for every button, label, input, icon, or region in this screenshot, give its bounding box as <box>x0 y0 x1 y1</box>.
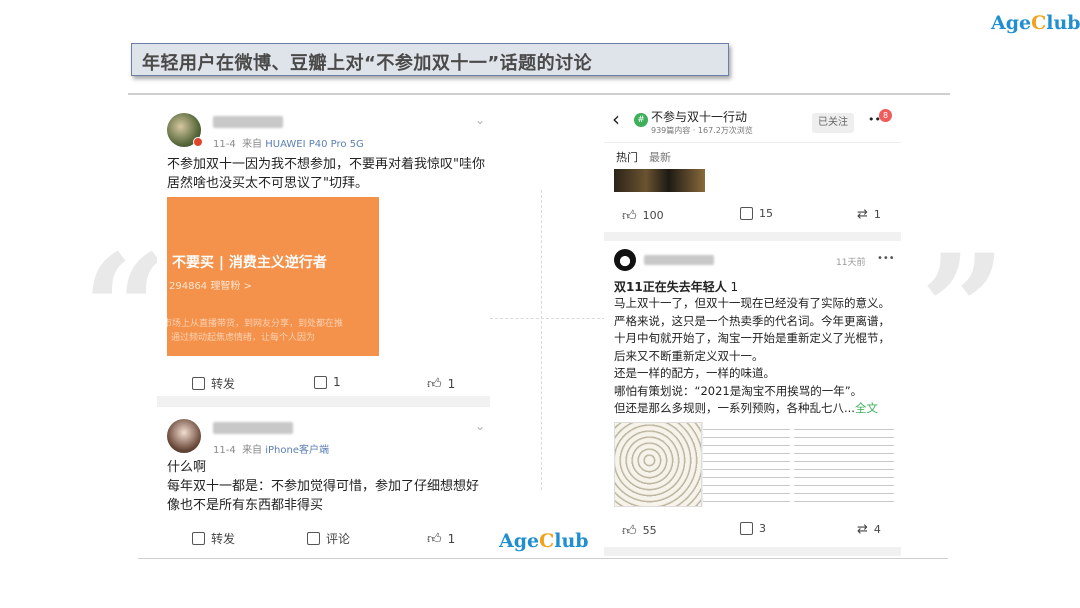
username-blurred[interactable] <box>213 422 293 434</box>
back-arrow-icon[interactable]: ‹ <box>612 107 620 131</box>
slide-title: 年轻用户在微博、豆瓣上对“不参加双十一”话题的讨论 <box>142 53 593 74</box>
comment-icon <box>740 207 753 220</box>
weibo-screenshot: 11-4 来自 HUAWEI P40 Pro 5G ⌄ 不参加双十一因为我不想参… <box>157 98 490 556</box>
thumbs-up-icon: 👍︎ <box>622 523 637 539</box>
like-button[interactable]: 👍︎ 55 <box>622 522 657 539</box>
post-image[interactable] <box>794 422 894 507</box>
repost-icon: ⇄ <box>857 207 868 222</box>
post-text: 不参加双十一因为我不想参加，不要再对着我惊叹"哇你 居然啥也没买太不可思议了"切… <box>167 157 485 191</box>
topic-tabs: 热门 最新 <box>604 143 901 169</box>
image-heading: 不要买 | 消费主义逆行者 <box>172 255 327 271</box>
divider-top <box>128 93 950 95</box>
comment-icon <box>314 375 327 389</box>
image-line: 通过频动起焦虑情绪，让每个人因为 <box>171 333 316 343</box>
open-quote-decoration: “ <box>82 222 169 398</box>
post-meta: 11-4 来自 HUAWEI P40 Pro 5G <box>213 139 364 150</box>
full-text-link[interactable]: 全文 <box>855 401 878 415</box>
topic-post: 11天前 ••• 双11正在失去年轻人 1 马上双十一了，但双十一现在已经没有了… <box>604 241 901 547</box>
post-actions: 转发 评论 👍︎ 1 <box>157 523 490 553</box>
repost-button[interactable]: ⇄ 1 <box>857 207 881 222</box>
slide-title-box: 年轻用户在微博、豆瓣上对“不参加双十一”话题的讨论 <box>131 43 729 76</box>
more-icon[interactable]: ••• <box>877 253 895 264</box>
username-blurred[interactable] <box>213 116 283 128</box>
post-text: 马上双十一了，但双十一现在已经没有了实际的意义。 严格来说，这只是一个热卖季的代… <box>614 296 890 415</box>
douban-screenshot: ‹ # 不参与双十一行动 939篇内容 · 167.2万次浏览 已关注 •• 8… <box>604 98 901 556</box>
weibo-post: 11-4 来自 HUAWEI P40 Pro 5G ⌄ 不参加双十一因为我不想参… <box>157 98 490 396</box>
comment-button[interactable]: 1 <box>314 375 341 389</box>
share-icon <box>192 377 205 390</box>
post-image[interactable] <box>702 422 790 507</box>
chevron-down-icon[interactable]: ⌄ <box>475 419 485 433</box>
like-button[interactable]: 👍︎ 1 <box>427 375 455 392</box>
comment-button[interactable]: 15 <box>740 207 773 220</box>
topic-stats: 939篇内容 · 167.2万次浏览 <box>651 126 753 135</box>
post-actions: 👍︎ 55 3 ⇄ 4 <box>604 515 901 545</box>
username-blurred[interactable] <box>644 255 714 265</box>
repost-icon: ⇄ <box>857 522 868 537</box>
divider-dashed-horizontal <box>490 318 605 319</box>
weibo-post: 11-4 来自 iPhone客户端 ⌄ 什么啊 每年双十一都是：不参加觉得可惜，… <box>157 407 490 556</box>
post-text: 什么啊 每年双十一都是：不参加觉得可惜，参加了仔细想想好 像也不是所有东西都非得… <box>167 460 480 513</box>
comment-icon <box>740 522 753 535</box>
share-icon <box>192 532 205 545</box>
close-quote-decoration: ” <box>920 222 1007 398</box>
post-time: 11天前 <box>836 258 866 268</box>
comment-button[interactable]: 评论 <box>307 530 350 547</box>
post-actions: 转发 1 👍︎ 1 <box>157 368 490 398</box>
post-image[interactable] <box>614 169 705 192</box>
comment-icon <box>307 532 320 545</box>
topic-header: ‹ # 不参与双十一行动 939篇内容 · 167.2万次浏览 已关注 •• 8 <box>604 98 901 143</box>
brand-logo: AgeClub <box>991 12 1080 34</box>
repost-button[interactable]: ⇄ 4 <box>857 522 881 537</box>
post-meta: 11-4 来自 iPhone客户端 <box>213 445 330 456</box>
like-button[interactable]: 👍︎ 1 <box>427 530 455 547</box>
thumbs-up-icon: 👍︎ <box>427 531 442 547</box>
share-button[interactable]: 转发 <box>192 375 235 392</box>
avatar[interactable] <box>167 419 201 453</box>
follow-button[interactable]: 已关注 <box>812 113 854 133</box>
post-title: 双11正在失去年轻人 1 <box>614 280 739 294</box>
post-image[interactable]: 不要买 | 消费主义逆行者 294864 理智粉 > 市场上从直播带货，到网友分… <box>167 197 379 356</box>
like-button[interactable]: 👍︎ 100 <box>622 207 664 224</box>
topic-icon: # <box>634 113 648 127</box>
tab-hot[interactable]: 热门 <box>616 149 638 165</box>
tab-latest[interactable]: 最新 <box>649 149 671 165</box>
chevron-down-icon[interactable]: ⌄ <box>475 113 485 127</box>
share-button[interactable]: 转发 <box>192 530 235 547</box>
thumbs-up-icon: 👍︎ <box>427 376 442 392</box>
topic-title: 不参与双十一行动 <box>651 110 748 124</box>
avatar[interactable] <box>614 249 636 271</box>
post-actions: 👍︎ 100 15 ⇄ 1 <box>604 200 901 230</box>
verified-badge-icon <box>193 137 203 147</box>
post-image[interactable] <box>614 422 702 507</box>
topic-post: 👍︎ 100 15 ⇄ 1 <box>604 169 901 232</box>
thumbs-up-icon: 👍︎ <box>622 208 637 224</box>
image-line: 市场上从直播带货，到网友分享，到处都在推 <box>167 319 344 329</box>
comment-button[interactable]: 3 <box>740 522 766 535</box>
watermark-logo: AgeClub <box>499 530 589 552</box>
divider-bottom <box>138 558 948 559</box>
divider-dashed-vertical <box>541 190 542 490</box>
notification-badge: 8 <box>879 109 892 122</box>
image-subtext: 294864 理智粉 > <box>169 281 252 292</box>
